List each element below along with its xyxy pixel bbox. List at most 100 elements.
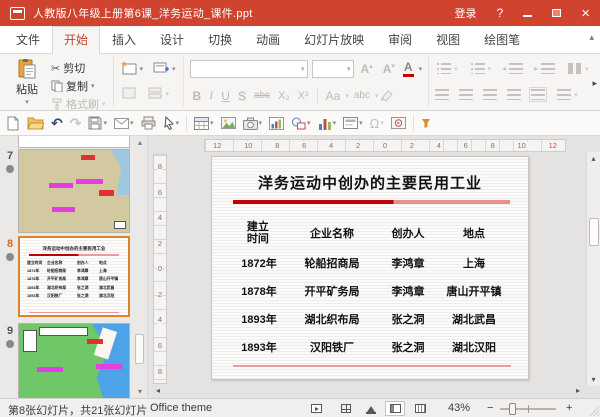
slide-8-thumbnail-selected[interactable]: 洋务运动中创办的主要民用工业 建立时间企业名称创办人地点1872年轮船招商局李鸿… <box>18 236 130 317</box>
change-case-button[interactable]: Aa <box>323 89 344 103</box>
table-cell[interactable]: 轮船招商局 <box>286 249 378 277</box>
grow-font-button[interactable]: A▴ <box>358 62 376 76</box>
slide-panel-scrollbar[interactable]: ▴ ▾ <box>134 136 146 398</box>
vertical-scrollbar[interactable]: ▴ ▾ <box>586 152 600 386</box>
normal-view-button[interactable] <box>385 401 405 416</box>
scroll-down-icon[interactable]: ▾ <box>587 375 600 384</box>
select-tool-button[interactable]: ▾ <box>163 116 180 130</box>
insert-shapes-button[interactable]: ▾ <box>291 117 311 130</box>
tab-幻灯片放映[interactable]: 幻灯片放映 <box>292 26 376 54</box>
table-cell[interactable]: 1872年 <box>232 249 286 277</box>
mail-button[interactable]: ▾ <box>114 118 134 129</box>
paste-button[interactable]: 粘贴 ▾ <box>9 57 45 107</box>
table-header-cell[interactable]: 地点 <box>438 217 510 249</box>
shrink-font-button[interactable]: A▾ <box>380 62 398 76</box>
table-cell[interactable]: 上海 <box>438 249 510 277</box>
table-cell[interactable]: 湖北武昌 <box>438 305 510 333</box>
insert-bar-chart-button[interactable]: ▾ <box>318 117 337 130</box>
justify-button[interactable] <box>507 89 521 100</box>
decrease-indent-button[interactable]: ◂ <box>502 62 525 75</box>
slide-9-thumbnail-map[interactable] <box>18 323 130 401</box>
superscript-button[interactable]: X² <box>295 90 312 102</box>
align-right-button[interactable] <box>483 89 497 100</box>
zoom-in-button[interactable]: + <box>566 402 572 414</box>
collapse-ribbon-icon[interactable]: ▴ <box>589 32 594 43</box>
increase-indent-button[interactable]: ▸ <box>534 62 557 75</box>
align-left-button[interactable] <box>435 89 449 100</box>
save-button[interactable]: ▾ <box>88 116 107 130</box>
section-button[interactable]: ▾ <box>145 85 172 103</box>
table-cell[interactable]: 开平矿务局 <box>286 277 378 305</box>
login-button[interactable]: 登录 <box>455 5 477 21</box>
screenshot-button[interactable]: ▾ <box>243 117 263 130</box>
line-spacing-button[interactable]: ▾ <box>555 88 580 101</box>
columns-button[interactable]: ▾ <box>566 62 591 75</box>
reset-slide-button[interactable] <box>119 85 139 103</box>
font-name-combobox[interactable]: ▾ <box>190 60 308 78</box>
character-spacing-button[interactable]: abc <box>351 90 373 101</box>
resize-grip[interactable] <box>589 406 599 416</box>
vertical-scroll-thumb[interactable] <box>589 218 599 246</box>
table-header-cell[interactable]: 建立时间 <box>232 217 286 249</box>
table-cell[interactable]: 湖北织布局 <box>286 305 378 333</box>
scroll-up-icon[interactable]: ▴ <box>587 154 600 163</box>
zoom-out-button[interactable]: − <box>487 402 493 414</box>
table-header-cell[interactable]: 创办人 <box>378 217 438 249</box>
distribute-button[interactable] <box>531 89 545 100</box>
italic-button[interactable]: I <box>206 88 216 103</box>
tab-视图[interactable]: 视图 <box>424 26 472 54</box>
slide-sorter-view-button[interactable] <box>336 401 356 416</box>
table-cell[interactable]: 李鸿章 <box>378 249 438 277</box>
tab-设计[interactable]: 设计 <box>148 26 196 54</box>
table-cell[interactable]: 张之洞 <box>378 305 438 333</box>
highlight-button[interactable] <box>380 89 394 102</box>
tab-绘图笔[interactable]: 绘图笔 <box>472 26 532 54</box>
scroll-left-icon[interactable]: ◂ <box>156 386 160 395</box>
table-header-cell[interactable]: 企业名称 <box>286 217 378 249</box>
tab-审阅[interactable]: 审阅 <box>376 26 424 54</box>
reading-view-button[interactable] <box>410 401 430 416</box>
table-cell[interactable]: 唐山开平镇 <box>438 277 510 305</box>
pin-button[interactable] <box>421 118 431 129</box>
tab-开始[interactable]: 开始 <box>52 26 100 54</box>
close-button[interactable]: × <box>581 6 590 21</box>
slideshow-view-button[interactable] <box>306 401 326 416</box>
open-file-button[interactable] <box>27 116 44 130</box>
table-cell[interactable]: 李鸿章 <box>378 277 438 305</box>
tab-文件[interactable]: 文件 <box>4 26 52 54</box>
ribbon-expand-button[interactable]: ▸ <box>592 78 597 89</box>
print-button[interactable] <box>141 116 156 130</box>
underline-button[interactable]: U <box>218 89 233 103</box>
strikethrough-button[interactable]: abc <box>251 90 273 101</box>
slide-6-thumbnail-partial[interactable] <box>18 136 130 148</box>
format-painter-button[interactable]: 格式刷 ▾ <box>49 95 108 113</box>
tab-插入[interactable]: 插入 <box>100 26 148 54</box>
slide-7-thumbnail-map[interactable] <box>18 149 130 233</box>
numbering-button[interactable]: ▾ <box>469 62 494 75</box>
subscript-button[interactable]: X₂ <box>275 90 293 102</box>
slide-layout-button[interactable]: ▾ <box>151 60 178 78</box>
table-cell[interactable]: 1893年 <box>232 305 286 333</box>
new-file-button[interactable] <box>6 116 20 131</box>
minimize-button[interactable] <box>523 7 532 19</box>
insert-text-box-button[interactable]: ▾ <box>343 117 363 129</box>
table-cell[interactable]: 1878年 <box>232 277 286 305</box>
new-slide-button[interactable]: ▾ <box>119 60 146 78</box>
copy-button[interactable]: 复制 ▾ <box>49 77 108 95</box>
table-cell[interactable]: 汉阳铁厂 <box>286 333 378 361</box>
panel-scroll-down-icon[interactable]: ▾ <box>134 387 146 396</box>
panel-scroll-up-icon[interactable]: ▴ <box>134 138 146 147</box>
table-cell[interactable]: 1893年 <box>232 333 286 361</box>
cut-button[interactable]: ✂ 剪切 <box>49 59 108 77</box>
insert-symbol-button[interactable]: Ω▾ <box>370 117 384 130</box>
help-button[interactable]: ? <box>497 7 504 19</box>
align-center-button[interactable] <box>459 89 473 100</box>
slide-table[interactable]: 建立时间企业名称创办人地点 1872年轮船招商局李鸿章上海 1878年开平矿务局李鸿… <box>232 217 510 361</box>
undo-button[interactable]: ↶ <box>51 116 63 130</box>
redo-button[interactable]: ↷ <box>70 116 82 130</box>
zoom-slider-thumb[interactable] <box>509 403 516 415</box>
slide-title[interactable]: 洋务运动中创办的主要民用工业 <box>212 172 528 193</box>
insert-chart-button[interactable] <box>269 117 284 130</box>
bullets-button[interactable]: ▾ <box>435 62 460 75</box>
insert-media-button[interactable] <box>391 117 406 129</box>
